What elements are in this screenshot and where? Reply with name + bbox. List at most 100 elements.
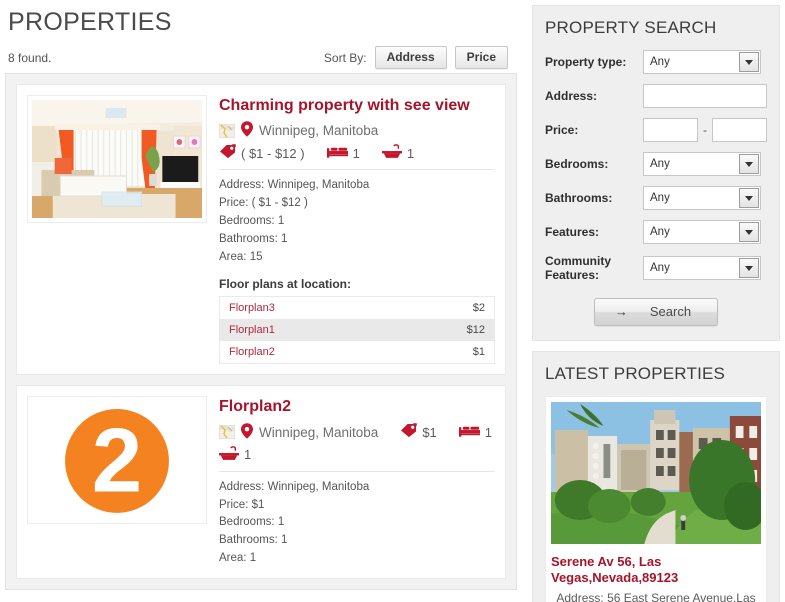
features-value: Any xyxy=(650,226,670,238)
community-features-select[interactable]: Any xyxy=(643,256,761,280)
features-row: Features: Any xyxy=(545,220,767,244)
chevron-down-icon[interactable] xyxy=(739,154,759,174)
features-select[interactable]: Any xyxy=(643,220,761,244)
listing-bedrooms-badge: 1 xyxy=(352,145,360,161)
floorplan-price: $12 xyxy=(466,324,485,337)
listing-bedrooms-badge: 1 xyxy=(484,424,493,440)
property-type-value: Any xyxy=(650,56,670,68)
latest-property-title[interactable]: Serene Av 56, Las Vegas,Nevada,89123 xyxy=(551,554,761,587)
detail-bedrooms-value: 1 xyxy=(277,214,285,227)
listing-thumbnail-wrapper[interactable] xyxy=(27,95,207,223)
bedrooms-select[interactable]: Any xyxy=(643,152,761,176)
listing-body: Florplan2 Winnipeg, Manitoba $1 1 1 Addr… xyxy=(207,396,495,567)
property-type-select[interactable]: Any xyxy=(643,50,761,74)
table-row[interactable]: Florplan3 $2 xyxy=(219,296,495,320)
price-max-input[interactable] xyxy=(712,118,767,142)
listing-bathrooms-badge: 1 xyxy=(244,447,252,463)
property-type-row: Property type: Any xyxy=(545,50,767,74)
listing-title[interactable]: Charming property with see view xyxy=(219,97,495,115)
bathrooms-row: Bathrooms: Any xyxy=(545,186,767,210)
page-title: PROPERTIES xyxy=(8,8,172,36)
price-min-input[interactable] xyxy=(643,118,698,142)
listing-card[interactable]: Charming property with see view Winnipeg… xyxy=(16,84,506,376)
detail-price-value: ( $1 - $12 ) xyxy=(251,197,308,210)
listing-body: Charming property with see view Winnipeg… xyxy=(207,95,495,365)
bathrooms-value: Any xyxy=(650,192,670,204)
living-room-photo xyxy=(32,100,202,218)
listing-divider xyxy=(219,470,495,472)
floorplan-price: $1 xyxy=(472,346,485,359)
latest-property-card[interactable]: Serene Av 56, Las Vegas,Nevada,89123 Add… xyxy=(545,396,767,602)
map-pin-icon xyxy=(241,121,253,140)
floorplan-name[interactable]: Florplan1 xyxy=(220,319,395,341)
bathtub-icon xyxy=(219,445,239,464)
listing-location: Winnipeg, Manitoba xyxy=(259,123,379,139)
detail-area-label: Area: xyxy=(219,551,247,564)
listing-location: Winnipeg, Manitoba xyxy=(259,424,379,440)
results-count: 8 found. xyxy=(8,50,52,65)
price-tag-icon xyxy=(219,144,236,162)
bedrooms-value: Any xyxy=(650,158,670,170)
detail-bedrooms-label: Bedrooms: xyxy=(219,214,275,227)
price-stat: $1 xyxy=(400,423,437,441)
map-thumbnail-icon[interactable] xyxy=(218,424,236,440)
property-search-panel: PROPERTY SEARCH Property type: Any Addre… xyxy=(532,5,780,341)
bed-icon xyxy=(326,146,348,161)
chevron-down-icon[interactable] xyxy=(739,188,759,208)
bathtub-icon xyxy=(381,144,402,162)
listing-title[interactable]: Florplan2 xyxy=(219,398,495,416)
price-row: Price: - xyxy=(545,118,767,142)
price-range-separator: - xyxy=(703,123,707,137)
detail-address-label: Address: xyxy=(219,179,265,192)
detail-price-label: Price: xyxy=(219,197,249,210)
svg-text:2: 2 xyxy=(92,411,142,512)
orange-number-two-logo: 2 xyxy=(32,401,202,520)
sidebar: PROPERTY SEARCH Property type: Any Addre… xyxy=(532,5,780,602)
detail-price-label: Price: xyxy=(219,498,249,511)
floorplan-name[interactable]: Florplan3 xyxy=(220,297,395,320)
property-listings-page: PROPERTIES 8 found. Sort By: Address Pri… xyxy=(0,0,785,602)
features-label: Features: xyxy=(545,225,600,239)
detail-price-value: $1 xyxy=(251,498,265,511)
table-row[interactable]: Florplan1 $12 xyxy=(219,319,495,342)
bedrooms-stat: 1 xyxy=(326,145,360,161)
listing-thumbnail-wrapper[interactable]: 2 xyxy=(27,396,207,525)
sort-by-price-button[interactable]: Price xyxy=(454,46,508,70)
sort-by-address-button[interactable]: Address xyxy=(374,46,447,70)
chevron-down-icon[interactable] xyxy=(739,258,759,278)
address-input[interactable] xyxy=(643,84,767,108)
bed-icon xyxy=(458,425,480,440)
listing-stats-row: 1 xyxy=(219,445,495,464)
listing-location-row: Winnipeg, Manitoba xyxy=(218,121,495,140)
detail-bathrooms-value: 1 xyxy=(281,232,288,245)
listing-details: Address: Winnipeg, Manitoba Price: $1 Be… xyxy=(219,479,495,568)
main-content-column: PROPERTIES 8 found. Sort By: Address Pri… xyxy=(0,0,520,602)
detail-address-value: Winnipeg, Manitoba xyxy=(267,179,370,192)
bathrooms-stat: 1 xyxy=(219,445,252,464)
listings-container: Charming property with see view Winnipeg… xyxy=(5,73,517,590)
listing-divider xyxy=(219,169,495,171)
chevron-down-icon[interactable] xyxy=(739,52,759,72)
listing-price-summary: ( $1 - $12 ) xyxy=(241,145,305,161)
floorplans-heading: Floor plans at location: xyxy=(219,277,352,292)
detail-area-label: Area: xyxy=(219,250,247,263)
sort-by-label: Sort By: xyxy=(323,50,367,65)
chevron-down-icon[interactable] xyxy=(739,222,759,242)
detail-area-value: 15 xyxy=(249,250,263,263)
detail-bathrooms-label: Bathrooms: xyxy=(219,534,278,547)
bathrooms-select[interactable]: Any xyxy=(643,186,761,210)
map-thumbnail-icon[interactable] xyxy=(218,123,236,139)
bathrooms-stat: 1 xyxy=(381,144,414,162)
address-row: Address: xyxy=(545,84,767,108)
detail-address-label: Address: xyxy=(219,480,265,493)
search-button[interactable]: → Search xyxy=(593,298,719,326)
search-button-label: Search xyxy=(649,304,692,319)
property-type-label: Property type: xyxy=(545,55,627,69)
bedrooms-stat: 1 xyxy=(458,424,493,440)
community-features-row: Community Features: Any xyxy=(545,254,767,282)
listing-card[interactable]: 2 Florplan2 Winnipeg, Manitoba $1 1 1 Ad… xyxy=(16,385,506,579)
table-row[interactable]: Florplan2 $1 xyxy=(219,341,495,364)
floorplan-name[interactable]: Florplan2 xyxy=(220,341,395,364)
latest-properties-panel: LATEST PROPERTIES Serene Av 56, Las Vega… xyxy=(532,351,780,602)
listing-price-summary: $1 xyxy=(422,424,437,440)
